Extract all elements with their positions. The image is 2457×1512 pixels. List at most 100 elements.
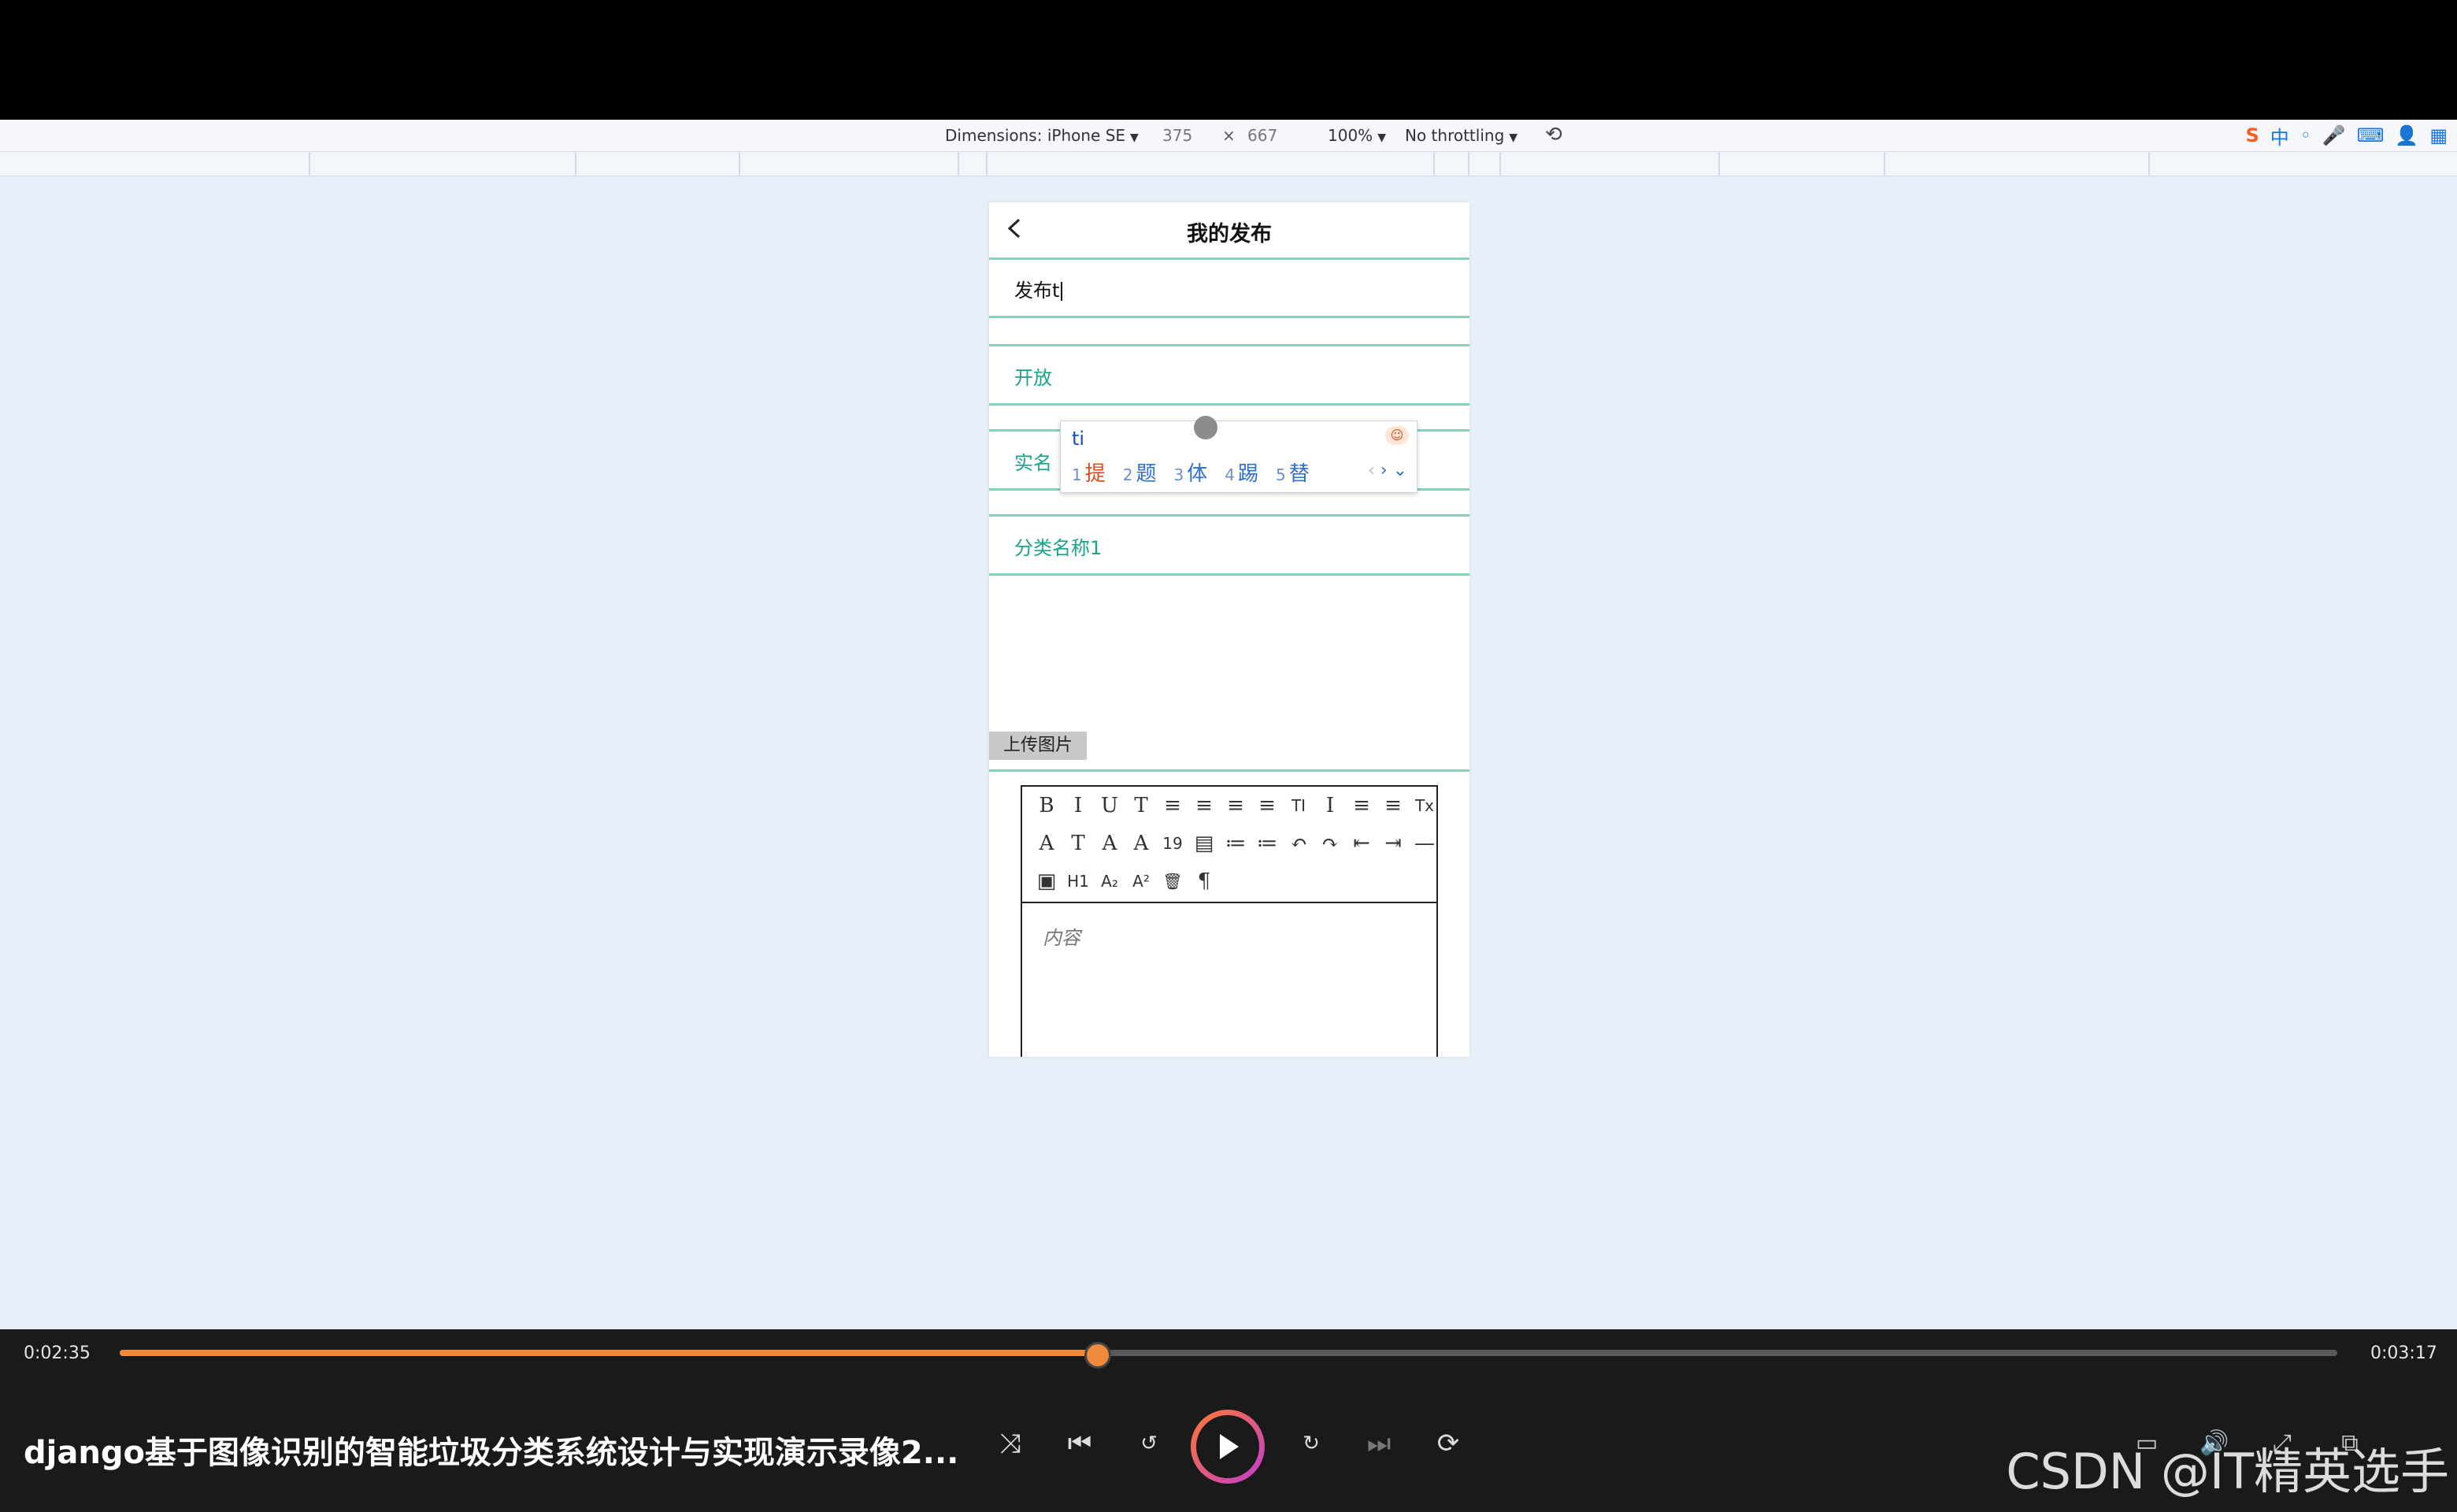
subscript-icon[interactable]: A₂ bbox=[1096, 868, 1123, 895]
redo-icon[interactable]: ↷ bbox=[1317, 830, 1343, 857]
text-caret bbox=[1061, 282, 1063, 301]
rotate-icon[interactable]: ⟲ bbox=[1545, 123, 1562, 146]
ruler-tick bbox=[2148, 152, 2150, 176]
times-sign: × bbox=[1222, 126, 1236, 145]
divider bbox=[989, 769, 1469, 772]
zoom-select[interactable]: 100% ▼ bbox=[1328, 126, 1386, 145]
align-justify-icon[interactable]: ≡ bbox=[1254, 792, 1280, 819]
text-size-icon[interactable]: T bbox=[1065, 830, 1091, 857]
outdent-icon[interactable]: ⇤ bbox=[1348, 830, 1375, 857]
heading-icon[interactable]: ≡ bbox=[1380, 792, 1406, 819]
ime-composition: ti bbox=[1072, 428, 1085, 450]
font-color-icon[interactable]: A bbox=[1033, 830, 1060, 857]
rich-text-editor[interactable]: B I U T ≡ ≡ ≡ ≡ TI I ≡ ≡ Tx A T A A 19 ▤ ≔ ≔ ↶ ↷ ⇤ ⇥ — ▣ H1 A₂ A² 🗑 ¶… bbox=[1021, 785, 1438, 1057]
ime-candidate[interactable]: 2题 bbox=[1123, 458, 1157, 487]
ime-candidate[interactable]: 4踢 bbox=[1225, 458, 1258, 487]
image-icon[interactable]: ▣ bbox=[1033, 868, 1060, 895]
ime-mode-label[interactable]: 中 bbox=[2270, 122, 2289, 150]
background-color-icon[interactable]: A bbox=[1128, 830, 1154, 857]
paragraph-spacing-icon[interactable]: ≡ bbox=[1348, 792, 1375, 819]
video-title: django基于图像识别的智能垃圾分类系统设计与实现演示录像2... bbox=[24, 1435, 959, 1471]
device-toolbar: Dimensions: iPhone SE ▼ 375 × 667 100% ▼ N… bbox=[0, 120, 2457, 152]
title-input[interactable]: 发布t bbox=[989, 259, 1469, 318]
ruler-tick bbox=[309, 152, 310, 176]
ime-skin-icon[interactable]: ☺ bbox=[1385, 426, 1409, 445]
chevron-left-icon[interactable]: ‹ bbox=[1368, 461, 1375, 480]
editor-placeholder: 内容 bbox=[1043, 927, 1080, 949]
width-input[interactable]: 375 bbox=[1162, 126, 1192, 145]
highlight-icon[interactable]: A bbox=[1096, 830, 1123, 857]
watermark: CSDN @IT精英选手 bbox=[2006, 1443, 2449, 1500]
sogou-logo-icon[interactable]: S bbox=[2245, 124, 2259, 146]
height-input[interactable]: 667 bbox=[1247, 126, 1277, 145]
punctuation-icon[interactable]: ◦ bbox=[2300, 124, 2311, 146]
dimensions-select[interactable]: Dimensions: iPhone SE ▼ bbox=[945, 126, 1139, 145]
ime-candidate[interactable]: 3体 bbox=[1174, 458, 1208, 487]
indent-icon[interactable]: ⇥ bbox=[1380, 830, 1406, 857]
throttling-select[interactable]: No throttling ▼ bbox=[1405, 126, 1518, 145]
caret-down-icon: ▼ bbox=[1509, 132, 1518, 144]
font-size-icon[interactable]: TI bbox=[1285, 792, 1312, 819]
forward-30-icon[interactable]: ↻ bbox=[1292, 1424, 1331, 1463]
user-icon[interactable]: 👤 bbox=[2395, 124, 2418, 146]
microphone-icon[interactable]: 🎤 bbox=[2322, 124, 2346, 146]
ime-candidates: 1提 2题 3体 4踢 5替 bbox=[1072, 458, 1310, 487]
ime-candidate[interactable]: 5替 bbox=[1276, 458, 1310, 487]
video-player-bar: 0:02:35 0:03:17 django基于图像识别的智能垃圾分类系统设计与… bbox=[0, 1329, 2457, 1512]
line-height-icon[interactable]: I bbox=[1317, 792, 1343, 819]
ime-page-nav[interactable]: ‹ › ⌄ bbox=[1368, 461, 1407, 480]
media-query-bar bbox=[0, 152, 2457, 176]
superscript-icon[interactable]: A² bbox=[1128, 868, 1154, 895]
category-select[interactable]: 分类名称1 bbox=[989, 514, 1469, 576]
caret-down-icon: ▼ bbox=[1130, 132, 1139, 144]
align-left-icon[interactable]: ≡ bbox=[1159, 792, 1186, 819]
repeat-icon[interactable]: ⟳ bbox=[1429, 1424, 1468, 1463]
ime-candidate-number: 4 bbox=[1225, 465, 1235, 484]
progress-knob[interactable] bbox=[1084, 1342, 1112, 1369]
ime-candidate-number: 3 bbox=[1173, 465, 1184, 484]
ime-candidate-text: 替 bbox=[1288, 462, 1310, 486]
rewind-10-icon[interactable]: ↺ bbox=[1129, 1424, 1169, 1463]
ime-candidate-text: 题 bbox=[1136, 462, 1157, 486]
grid-icon[interactable]: ▦ bbox=[2429, 124, 2448, 146]
zoom-label: 100% bbox=[1328, 126, 1373, 145]
unordered-list-icon[interactable]: ≔ bbox=[1254, 830, 1280, 857]
next-icon[interactable]: ⏭ bbox=[1359, 1424, 1399, 1463]
underline-icon[interactable]: U bbox=[1096, 792, 1123, 819]
keyboard-icon[interactable]: ⌨ bbox=[2357, 124, 2385, 146]
ruler-tick bbox=[986, 152, 988, 176]
heading-one-icon[interactable]: H1 bbox=[1065, 868, 1091, 895]
shuffle-icon[interactable]: ⤨ bbox=[991, 1424, 1030, 1463]
strikethrough-icon[interactable]: T bbox=[1128, 792, 1154, 819]
previous-icon[interactable]: ⏮ bbox=[1060, 1424, 1099, 1463]
open-select[interactable]: 开放 bbox=[989, 344, 1469, 406]
chevron-right-icon[interactable]: › bbox=[1380, 461, 1388, 480]
ime-candidate-number: 2 bbox=[1122, 465, 1133, 484]
play-icon bbox=[1196, 1415, 1259, 1478]
paragraph-icon[interactable]: ¶ bbox=[1191, 868, 1217, 895]
ime-candidate-text: 踢 bbox=[1237, 462, 1258, 486]
phone-viewport: 我的发布 发布t 开放 实名 分类名称1 上传图片 B I U T ≡ ≡ ≡ ≡ TI I ≡ ≡ T… bbox=[989, 202, 1469, 1057]
italic-icon[interactable]: I bbox=[1065, 792, 1091, 819]
paste-icon[interactable]: ▤ bbox=[1191, 830, 1217, 857]
bold-icon[interactable]: B bbox=[1033, 792, 1060, 819]
align-right-icon[interactable]: ≡ bbox=[1222, 792, 1249, 819]
horizontal-rule-icon[interactable]: — bbox=[1411, 830, 1438, 857]
undo-icon[interactable]: ↶ bbox=[1285, 830, 1312, 857]
dimensions-label: Dimensions: iPhone SE bbox=[945, 126, 1126, 145]
ordered-list-icon[interactable]: ≔ bbox=[1222, 830, 1249, 857]
date-icon[interactable]: 19 bbox=[1159, 830, 1186, 857]
caret-down-icon: ▼ bbox=[1377, 132, 1386, 144]
ime-candidate-number: 1 bbox=[1072, 465, 1082, 484]
align-center-icon[interactable]: ≡ bbox=[1191, 792, 1217, 819]
realname-label: 实名 bbox=[1014, 452, 1052, 474]
chevron-down-icon[interactable]: ⌄ bbox=[1393, 461, 1407, 480]
progress-track[interactable] bbox=[120, 1342, 2337, 1369]
play-button[interactable] bbox=[1191, 1410, 1265, 1484]
title-input-value: 发布t bbox=[1014, 275, 1063, 302]
clear-format-icon[interactable]: Tx bbox=[1411, 792, 1438, 819]
ime-candidate[interactable]: 1提 bbox=[1072, 458, 1106, 487]
upload-image-button[interactable]: 上传图片 bbox=[989, 732, 1087, 760]
delete-icon[interactable]: 🗑 bbox=[1159, 868, 1186, 895]
category-label: 分类名称1 bbox=[1014, 537, 1102, 559]
